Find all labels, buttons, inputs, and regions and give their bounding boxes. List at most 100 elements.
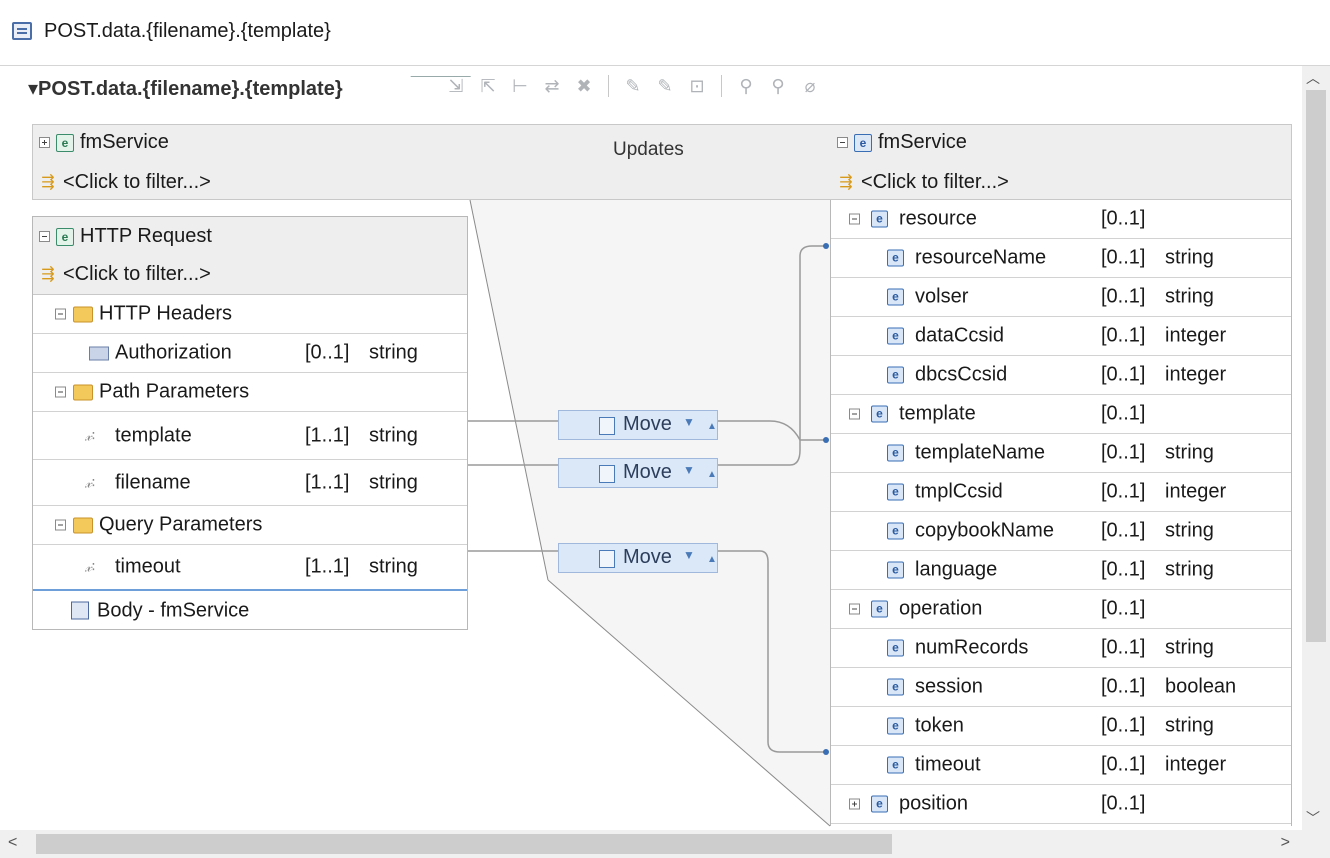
scroll-right-icon[interactable]: >	[1281, 834, 1290, 852]
field-name: copybookName	[915, 519, 1054, 542]
tree-item-timeout[interactable]: 𝓍∶ timeout [1..1] string	[33, 545, 467, 591]
horizontal-scroll-thumb[interactable]	[36, 834, 892, 854]
target-tree-item[interactable]: e position [0..1]	[831, 785, 1291, 824]
http-request-title-row[interactable]: e HTTP Request	[39, 225, 212, 248]
field-cardinality: [0..1]	[1101, 519, 1146, 542]
target-service-header[interactable]: e fmService	[837, 131, 967, 154]
dropdown-arrow-icon[interactable]: ▼	[683, 463, 695, 477]
target-tree-item[interactable]: e operation [0..1]	[831, 590, 1291, 629]
target-filter[interactable]: ⇶ <Click to filter...>	[837, 171, 1009, 194]
field-cardinality: [0..1]	[1101, 558, 1146, 581]
body-label: Body - fmService	[97, 599, 250, 621]
tree-group-path-parameters[interactable]: Path Parameters	[33, 373, 467, 412]
target-tree-item[interactable]: e resource [0..1]	[831, 200, 1291, 239]
dropdown-arrow-icon[interactable]: ▼	[683, 415, 695, 429]
delete-icon[interactable]: ✖	[572, 74, 596, 98]
expand-icon[interactable]	[849, 798, 860, 810]
editor-title-tab[interactable]: ▾POST.data.{filename}.{template}	[28, 76, 343, 101]
target-tree-item[interactable]: e tmplCcsid [0..1] integer	[831, 473, 1291, 512]
http-request-title: HTTP Request	[80, 225, 212, 247]
field-cardinality: [0..1]	[1101, 480, 1146, 503]
target-tree-item[interactable]: e template [0..1]	[831, 395, 1291, 434]
collapse-icon[interactable]	[837, 137, 848, 148]
field-name: token	[915, 714, 964, 737]
folder-icon	[73, 306, 93, 323]
parameter-icon: 𝓍∶	[85, 427, 96, 444]
move-icon	[599, 550, 615, 568]
source-service-header[interactable]: e fmService	[39, 131, 169, 154]
tree-item-filename[interactable]: 𝓍∶ filename [1..1] string	[33, 460, 467, 506]
scroll-up-icon[interactable]: ︿	[1306, 68, 1320, 88]
clear-filter-icon[interactable]: ⌀	[798, 74, 822, 98]
move-transform-timeout[interactable]: Move ▼ ▲	[558, 543, 718, 573]
collapse-icon[interactable]	[39, 231, 50, 242]
move-icon[interactable]: ⇄	[540, 74, 564, 98]
source-filter[interactable]: ⇶ <Click to filter...>	[39, 171, 211, 194]
target-tree-item[interactable]: e session [0..1] boolean	[831, 668, 1291, 707]
collapse-arrow-icon[interactable]: ▲	[707, 554, 717, 565]
target-tree-item[interactable]: e language [0..1] string	[831, 551, 1291, 590]
vertical-scroll-thumb[interactable]	[1306, 90, 1326, 642]
collapse-arrow-icon[interactable]: ▲	[707, 421, 717, 432]
horizontal-scrollbar[interactable]: < >	[0, 830, 1330, 858]
tree-group-http-headers[interactable]: HTTP Headers	[33, 295, 467, 334]
scroll-left-icon[interactable]: <	[8, 834, 17, 852]
field-name: language	[915, 558, 998, 581]
collapse-icon[interactable]	[849, 408, 860, 420]
collapse-icon[interactable]	[55, 386, 66, 398]
target-tree-item[interactable]: e dbcsCcsid [0..1] integer	[831, 356, 1291, 395]
target-tree-item[interactable]: e resourceName [0..1] string	[831, 239, 1291, 278]
connection-dot	[823, 749, 829, 755]
target-tree-item[interactable]: e copybookName [0..1] string	[831, 512, 1291, 551]
tree-item-authorization[interactable]: Authorization [0..1] string	[33, 334, 467, 373]
http-request-panel: e HTTP Request ⇶ <Click to filter...> HT…	[32, 216, 468, 630]
target-tree-item[interactable]: e token [0..1] string	[831, 707, 1291, 746]
field-cardinality: [0..1]	[1101, 363, 1146, 386]
edit-icon-2[interactable]: ✎	[653, 74, 677, 98]
move-transform-filename[interactable]: Move ▼ ▲	[558, 458, 718, 488]
sort-icon[interactable]: ⊡	[685, 74, 709, 98]
move-label: Move	[623, 461, 672, 483]
http-request-filter[interactable]: ⇶ <Click to filter...>	[39, 263, 211, 286]
field-name: timeout	[115, 555, 181, 578]
target-tree-item[interactable]: e dataCcsid [0..1] integer	[831, 317, 1291, 356]
edit-icon[interactable]: ✎	[621, 74, 645, 98]
header-field-icon	[89, 346, 109, 361]
move-transform-template[interactable]: Move ▼ ▲	[558, 410, 718, 440]
tree-group-query-parameters[interactable]: Query Parameters	[33, 506, 467, 545]
field-cardinality: [0..1]	[1101, 597, 1146, 620]
field-cardinality: [0..1]	[1101, 714, 1146, 737]
collapse-icon[interactable]	[849, 213, 860, 225]
service-icon: e	[56, 133, 74, 152]
tree-item-template[interactable]: 𝓍∶ template [1..1] string	[33, 412, 467, 460]
http-request-filter-label: <Click to filter...>	[63, 263, 211, 285]
scope-edge	[547, 579, 831, 827]
collapse-icon[interactable]	[55, 519, 66, 531]
field-type: integer	[1165, 480, 1227, 503]
collapse-icon[interactable]	[55, 308, 66, 320]
filter-icon-2[interactable]: ⚲	[766, 74, 790, 98]
add-output-icon[interactable]: ⇱	[476, 74, 500, 98]
scroll-down-icon[interactable]: ﹀	[1306, 808, 1320, 828]
vertical-scrollbar[interactable]: ︿ ﹀	[1302, 66, 1330, 830]
tree-item-body[interactable]: Body - fmService	[33, 591, 467, 630]
target-tree-item[interactable]: e templateName [0..1] string	[831, 434, 1291, 473]
wire-filename-out	[718, 245, 826, 466]
field-cardinality: [1..1]	[305, 471, 350, 493]
field-type: string	[1165, 636, 1214, 659]
field-name: dbcsCcsid	[915, 363, 1008, 386]
collapse-arrow-icon[interactable]: ▲	[707, 469, 717, 480]
dropdown-arrow-icon[interactable]: ▼	[683, 548, 695, 562]
target-tree-item[interactable]: e volser [0..1] string	[831, 278, 1291, 317]
expand-icon[interactable]	[39, 137, 50, 148]
wire-timeout-out	[718, 550, 826, 753]
collapse-icon[interactable]	[849, 603, 860, 615]
field-name: timeout	[915, 753, 981, 776]
add-input-icon[interactable]: ⇲	[444, 74, 468, 98]
target-tree-item[interactable]: e numRecords [0..1] string	[831, 629, 1291, 668]
target-tree-item[interactable]: e timeout [0..1] integer	[831, 746, 1291, 785]
filter-icon[interactable]: ⚲	[734, 74, 758, 98]
filter-icon: ⇶	[41, 265, 55, 283]
connect-icon[interactable]: ⊢	[508, 74, 532, 98]
field-type: string	[1165, 714, 1214, 737]
